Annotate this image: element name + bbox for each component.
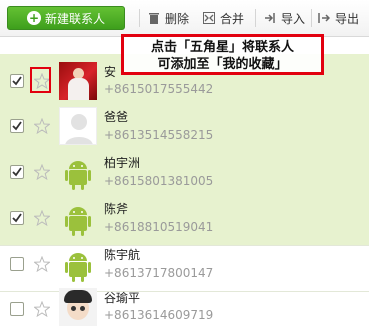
callout-line-2: 可添加至「我的收藏」: [157, 57, 288, 72]
android-icon: [65, 207, 91, 236]
import-icon: [265, 13, 275, 23]
checkmark-icon: [12, 76, 22, 86]
export-label: 导出: [335, 11, 360, 26]
android-icon: [65, 161, 91, 190]
android-icon: [65, 253, 91, 282]
callout-line-1: 点击「五角星」将联系人: [150, 40, 294, 55]
merge-button[interactable]: 合并: [203, 10, 244, 26]
new-contact-button[interactable]: + 新建联系人: [7, 6, 125, 30]
contact-name: 爸爸: [104, 110, 129, 124]
contact-phone: +8615017555442: [104, 82, 214, 96]
checkmark-icon: [12, 121, 22, 131]
trash-icon: [149, 13, 159, 24]
contact-phone: +8618810519041: [104, 220, 214, 234]
default-avatar-icon: [65, 114, 93, 144]
row-checkbox[interactable]: [10, 257, 24, 271]
favorite-star-icon[interactable]: [34, 164, 50, 180]
merge-icon: [203, 12, 215, 24]
contact-phone: +8613614609719: [104, 308, 214, 322]
avatar: [59, 154, 97, 192]
import-label: 导入: [281, 11, 306, 26]
delete-label: 删除: [165, 11, 190, 26]
toolbar-divider: [311, 9, 312, 27]
contact-name: 柏宇洲: [104, 156, 141, 170]
contact-phone: +8613514558215: [104, 128, 214, 142]
favorite-star-icon[interactable]: [34, 118, 50, 134]
avatar: [59, 107, 97, 145]
favorite-star-icon[interactable]: [34, 256, 50, 272]
export-icon: [318, 13, 330, 23]
favorite-star-icon[interactable]: [34, 210, 50, 226]
contact-name: 谷瑜平: [104, 291, 141, 305]
contact-phone: +8613717800147: [104, 266, 214, 280]
star-highlight-box: [30, 67, 51, 93]
plus-icon: +: [26, 11, 41, 25]
contact-name: 安: [104, 65, 117, 79]
tutorial-callout: 点击「五角星」将联系人 可添加至「我的收藏」: [121, 34, 324, 75]
contact-name: 陈宇航: [104, 248, 141, 262]
checkmark-icon: [12, 213, 22, 223]
avatar: [59, 62, 97, 100]
row-checkbox[interactable]: [10, 119, 24, 133]
contact-name: 陈斧: [104, 202, 129, 216]
avatar: [59, 200, 97, 238]
row-checkbox[interactable]: [10, 302, 24, 316]
checkmark-icon: [12, 167, 22, 177]
contacts-toolbar: + 新建联系人 删除 合并 导入 导出: [0, 0, 369, 37]
avatar: [59, 288, 97, 326]
favorite-star-icon[interactable]: [34, 301, 50, 317]
contact-phone: +8615801381005: [104, 174, 214, 188]
contact-row[interactable]: 谷瑜平 +8613614609719: [0, 284, 369, 330]
avatar: [59, 246, 97, 284]
delete-button[interactable]: 删除: [148, 10, 189, 26]
row-checkbox[interactable]: [10, 211, 24, 225]
toolbar-divider: [255, 9, 256, 27]
row-checkbox[interactable]: [10, 165, 24, 179]
toolbar-divider: [139, 9, 140, 27]
merge-label: 合并: [220, 11, 245, 26]
row-checkbox[interactable]: [10, 74, 24, 88]
import-button[interactable]: 导入: [264, 10, 305, 26]
new-contact-label: 新建联系人: [44, 11, 105, 26]
export-button[interactable]: 导出: [318, 10, 359, 26]
